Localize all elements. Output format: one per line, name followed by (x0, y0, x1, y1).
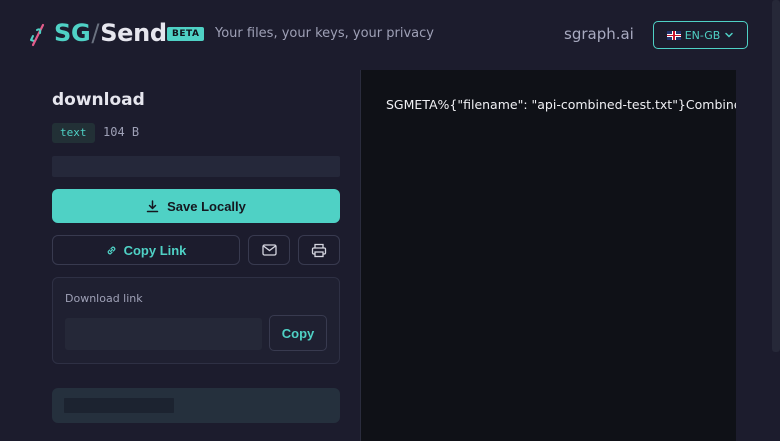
language-selector[interactable]: EN-GB (653, 21, 748, 49)
download-link-input[interactable] (65, 318, 262, 350)
save-locally-button[interactable]: Save Locally (52, 189, 340, 223)
file-type-badge: text (52, 123, 95, 143)
uk-flag-icon (666, 30, 681, 40)
link-icon (107, 246, 115, 254)
download-link-panel: Download link Copy (52, 277, 340, 364)
download-link-label: Download link (65, 292, 143, 305)
logo-icon (30, 23, 45, 47)
copy-link-label: Copy Link (123, 242, 187, 258)
file-preview-content: SGMETA%{"filename": "api-combined-test.t… (386, 97, 736, 112)
file-title: download (52, 90, 145, 110)
tagline: Your files, your keys, your privacy (215, 26, 434, 41)
file-preview-pane[interactable]: SGMETA%{"filename": "api-combined-test.t… (360, 70, 736, 441)
app-header: SG/Send BETA Your files, your keys, your… (0, 0, 780, 70)
beta-badge: BETA (167, 27, 205, 41)
info-card-placeholder (64, 398, 174, 413)
mail-icon (261, 244, 277, 256)
site-link[interactable]: sgraph.ai (564, 25, 634, 43)
file-size: 104 B (103, 125, 140, 139)
copy-link-button[interactable]: Copy Link (52, 235, 240, 265)
brand-logo[interactable]: SG/Send (54, 19, 167, 47)
email-button[interactable] (248, 235, 290, 265)
info-card (52, 388, 340, 423)
brand-slash: / (91, 19, 100, 47)
info-strip (52, 156, 340, 177)
page-scrollbar[interactable] (772, 0, 780, 352)
language-label: EN-GB (684, 28, 721, 42)
save-locally-label: Save Locally (167, 198, 246, 214)
download-icon (146, 199, 159, 212)
copy-button[interactable]: Copy (269, 315, 327, 351)
printer-icon (311, 243, 327, 257)
chevron-down-icon (725, 32, 734, 38)
print-button[interactable] (298, 235, 340, 265)
brand-sg: SG (54, 19, 91, 47)
brand-send: Send (100, 19, 167, 47)
